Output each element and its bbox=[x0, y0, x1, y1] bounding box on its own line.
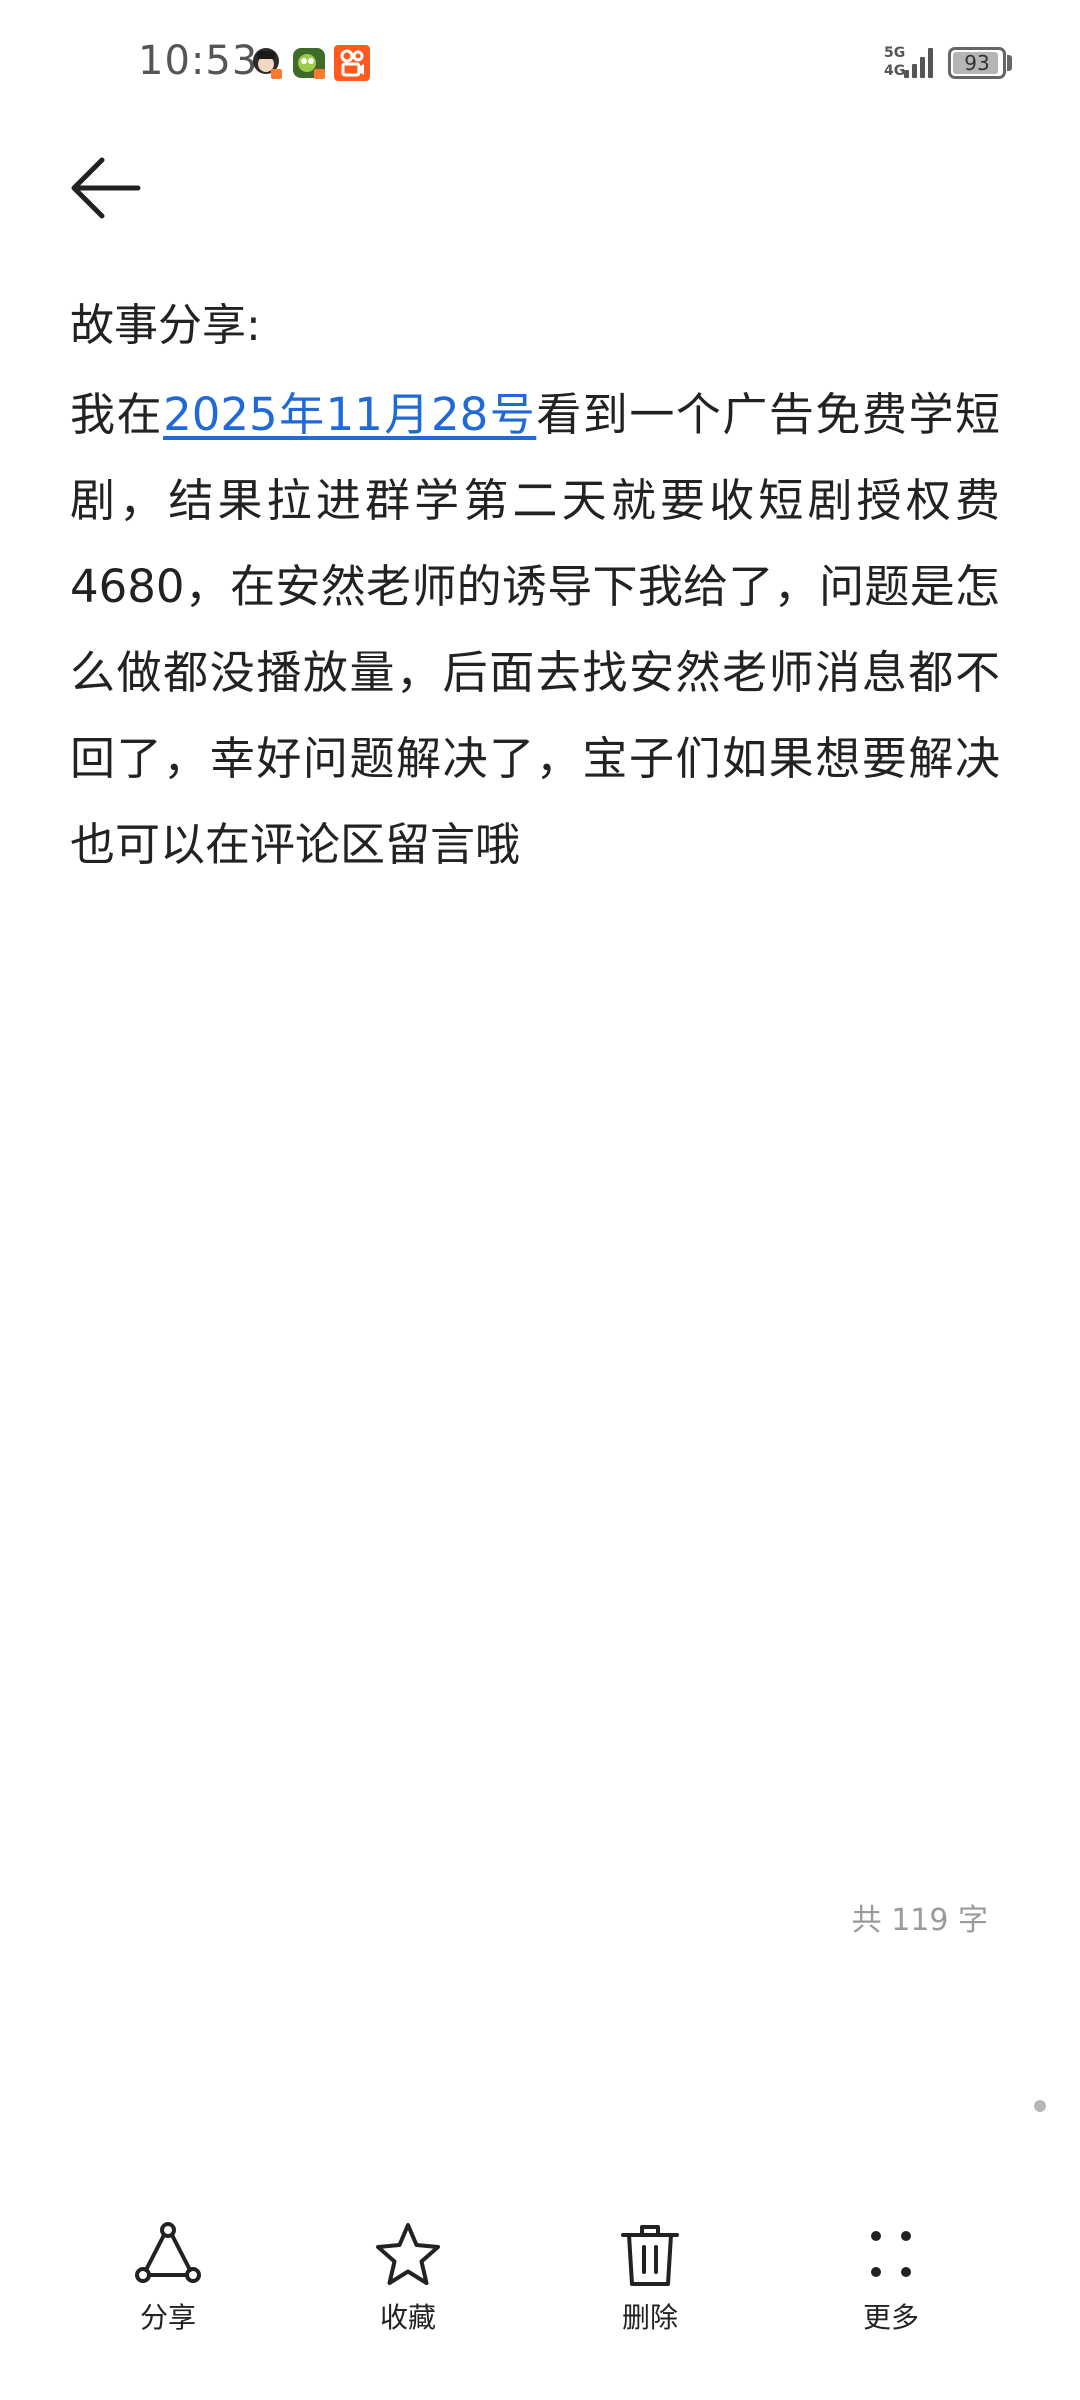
share-button[interactable]: 分享 bbox=[88, 2220, 248, 2350]
game-notification-icon bbox=[293, 48, 325, 79]
kuaishou-app-icon bbox=[334, 45, 370, 81]
scroll-indicator bbox=[1034, 2100, 1046, 2112]
date-link[interactable]: 2025年11月28号 bbox=[163, 388, 536, 441]
trash-icon bbox=[621, 2225, 679, 2286]
star-icon bbox=[376, 2223, 440, 2285]
note-title: 故事分享: bbox=[70, 300, 261, 351]
note-body-prefix: 我在 bbox=[70, 388, 164, 441]
more-dots-icon bbox=[871, 2231, 911, 2277]
share-label: 分享 bbox=[139, 2301, 196, 2334]
bottom-toolbar: 分享 收藏 删除 更多 bbox=[0, 2200, 1080, 2400]
note-detail-screen: 10:53 5G 4G 93 故事分享: 我在2025年11月28号看到一个广告… bbox=[0, 0, 1080, 2400]
word-count: 共 119 字 bbox=[851, 1903, 988, 1938]
more-button[interactable]: 更多 bbox=[811, 2220, 971, 2350]
note-body-text: 看到一个广告免费学短剧，结果拉进群学第二天就要收短剧授权费4680，在安然老师的… bbox=[70, 388, 1000, 871]
avatar-notification-icon bbox=[253, 48, 282, 79]
battery-tip bbox=[1007, 55, 1012, 71]
favorite-button[interactable]: 收藏 bbox=[328, 2220, 488, 2350]
note-body[interactable]: 我在2025年11月28号看到一个广告免费学短剧，结果拉进群学第二天就要收短剧授… bbox=[70, 372, 1000, 888]
battery-icon: 93 bbox=[948, 47, 1006, 79]
more-label: 更多 bbox=[862, 2301, 919, 2334]
back-arrow-icon[interactable] bbox=[68, 152, 142, 224]
delete-button[interactable]: 删除 bbox=[570, 2220, 730, 2350]
share-icon bbox=[135, 2222, 201, 2283]
status-time: 10:53 bbox=[138, 38, 259, 84]
battery-percentage: 93 bbox=[964, 51, 990, 75]
signal-strength-icon bbox=[904, 48, 933, 78]
delete-label: 删除 bbox=[621, 2301, 678, 2334]
status-bar: 10:53 5G 4G 93 bbox=[0, 0, 1080, 130]
favorite-label: 收藏 bbox=[379, 2301, 436, 2334]
